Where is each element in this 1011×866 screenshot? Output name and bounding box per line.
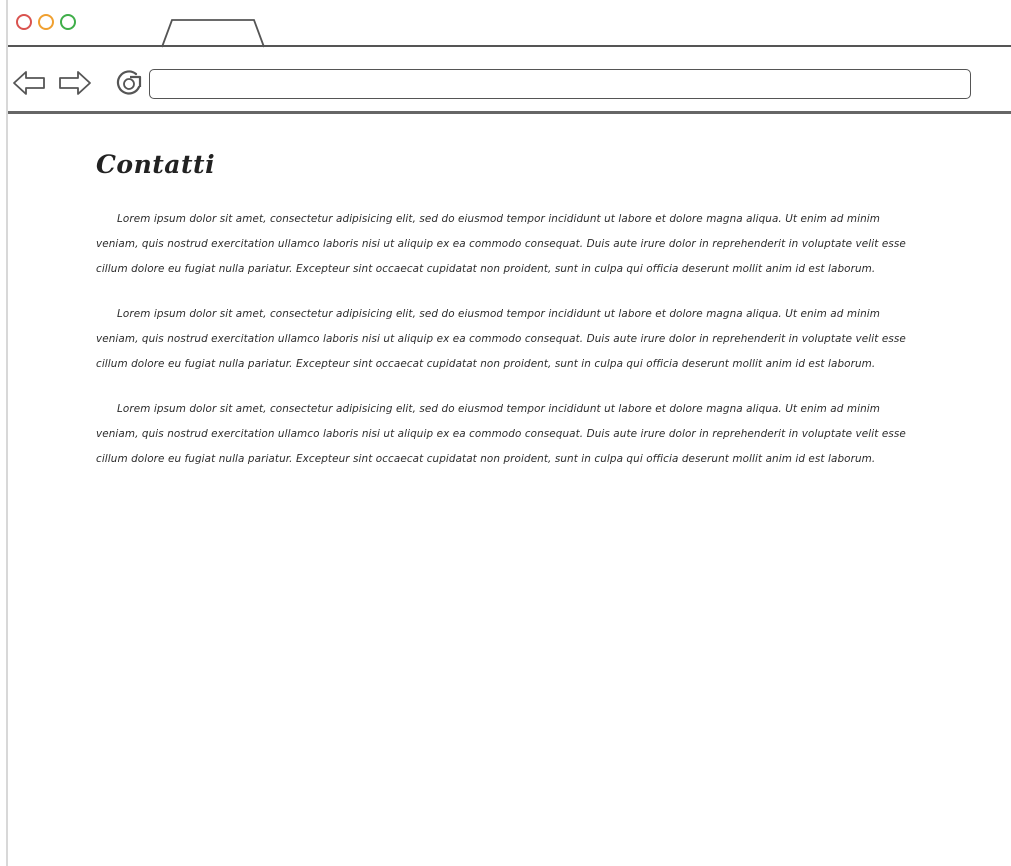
- browser-window: Contatti Lorem ipsum dolor sit amet, con…: [6, 0, 1011, 866]
- reload-icon[interactable]: [113, 66, 147, 104]
- paragraph: Lorem ipsum dolor sit amet, consectetur …: [96, 403, 906, 465]
- tab-shape: [161, 19, 265, 48]
- forward-arrow-icon[interactable]: [56, 70, 92, 100]
- minimize-circle-icon[interactable]: [38, 14, 54, 30]
- back-arrow-icon[interactable]: [12, 70, 48, 100]
- navigation-bar: [8, 47, 1011, 113]
- navbar-divider: [8, 111, 1011, 114]
- url-input[interactable]: [149, 69, 971, 99]
- tab-bar: [8, 0, 1011, 48]
- paragraph: Lorem ipsum dolor sit amet, consectetur …: [96, 213, 906, 275]
- page-title: Contatti: [96, 150, 216, 179]
- close-circle-icon[interactable]: [16, 14, 32, 30]
- page-content: Contatti Lorem ipsum dolor sit amet, con…: [96, 150, 912, 492]
- paragraph: Lorem ipsum dolor sit amet, consectetur …: [96, 308, 906, 370]
- maximize-circle-icon[interactable]: [60, 14, 76, 30]
